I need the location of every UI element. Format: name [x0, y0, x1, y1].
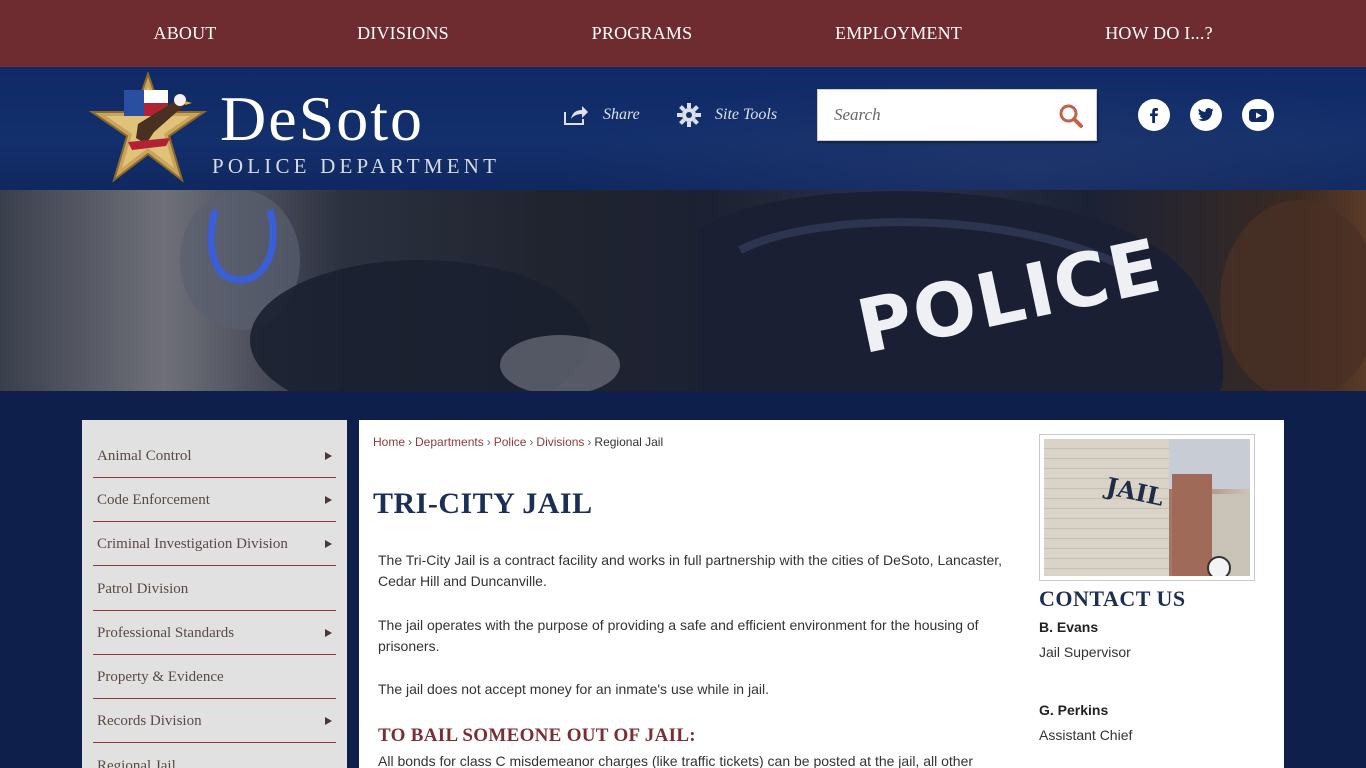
logo-subtitle: POLICE DEPARTMENT — [212, 154, 501, 178]
caret-right-icon — [325, 629, 332, 637]
sidebar-item-label: Code Enforcement — [97, 492, 210, 508]
breadcrumb: Home › Departments › Police › Divisions › Region… — [373, 435, 663, 449]
breadcrumb-separator: › — [529, 435, 534, 449]
top-nav: ABOUT DIVISIONS PROGRAMS EMPLOYMENT HOW … — [0, 0, 1366, 67]
search-icon[interactable] — [1058, 103, 1084, 129]
star-badge-icon — [88, 72, 208, 183]
main-content: Home › Departments › Police › Divisions › Region… — [359, 420, 1284, 768]
site-logo[interactable]: DeSoto POLICE DEPARTMENT — [88, 72, 518, 187]
breadcrumb-separator: › — [408, 435, 413, 449]
nav-about[interactable]: ABOUT — [140, 0, 230, 67]
gear-icon — [677, 103, 701, 127]
sidebar-item-label: Professional Standards — [97, 625, 235, 641]
contact-name: B. Evans — [1039, 619, 1099, 635]
nav-divisions[interactable]: DIVISIONS — [348, 0, 458, 67]
sidebar-item-label: Criminal Investigation Division — [97, 536, 288, 552]
share-label: Share — [603, 106, 640, 123]
sidebar-item-property-evidence[interactable]: Property & Evidence — [93, 655, 336, 699]
site-header: DeSoto POLICE DEPARTMENT Share Site Tool… — [0, 67, 1366, 190]
breadcrumb-separator: › — [486, 435, 491, 449]
search-input[interactable] — [818, 90, 1048, 140]
jail-photo: JAIL — [1039, 434, 1255, 581]
contact-heading: CONTACT US — [1039, 586, 1186, 611]
lamp — [1207, 556, 1231, 576]
bail-heading: TO BAIL SOMEONE OUT OF JAIL: — [378, 725, 696, 746]
sidebar-item-criminal-investigation[interactable]: Criminal Investigation Division — [93, 522, 336, 566]
caret-right-icon — [325, 540, 332, 548]
sidebar-item-regional-jail[interactable]: Regional Jail — [93, 744, 336, 768]
bail-paragraph: All bonds for class C misdemeanor charge… — [378, 753, 974, 768]
youtube-icon — [1249, 108, 1267, 122]
caret-right-icon — [325, 452, 332, 460]
breadcrumb-home[interactable]: Home — [373, 435, 405, 449]
sidebar-item-label: Regional Jail — [97, 758, 176, 768]
sidebar-item-label: Property & Evidence — [97, 669, 224, 685]
intro-paragraph: The Tri-City Jail is a contract facility… — [378, 552, 1003, 589]
twitter-link[interactable] — [1190, 99, 1222, 131]
share-icon — [564, 106, 588, 125]
contact-name: G. Perkins — [1039, 702, 1109, 718]
site-tools-button[interactable]: Site Tools — [677, 100, 777, 130]
sidebar-item-label: Records Division — [97, 713, 202, 729]
breadcrumb-current: Regional Jail — [594, 435, 664, 449]
twitter-icon — [1198, 108, 1214, 121]
site-tools-label: Site Tools — [715, 106, 778, 123]
sidebar-item-label: Animal Control — [97, 448, 192, 464]
sidebar-item-patrol-division[interactable]: Patrol Division — [93, 567, 336, 611]
jail-building-image: JAIL — [1044, 439, 1250, 576]
contact-role: Jail Supervisor — [1039, 644, 1131, 660]
breadcrumb-divisions[interactable]: Divisions — [536, 435, 584, 449]
money-policy-paragraph: The jail does not accept money for an in… — [378, 681, 769, 697]
nav-employment[interactable]: EMPLOYMENT — [826, 0, 971, 67]
caret-right-icon — [325, 717, 332, 725]
purpose-paragraph: The jail operates with the purpose of pr… — [378, 617, 979, 654]
caret-right-icon — [325, 496, 332, 504]
youtube-link[interactable] — [1242, 99, 1274, 131]
page-title: TRI-CITY JAIL — [373, 487, 593, 520]
breadcrumb-separator: › — [587, 435, 592, 449]
facebook-link[interactable] — [1138, 99, 1170, 131]
brick-tower — [1172, 474, 1212, 576]
sidebar-item-code-enforcement[interactable]: Code Enforcement — [93, 478, 336, 522]
share-button[interactable]: Share — [563, 100, 640, 130]
contact-role: Assistant Chief — [1039, 727, 1133, 743]
hero-banner: POLICE — [0, 190, 1366, 391]
sidebar-item-professional-standards[interactable]: Professional Standards — [93, 611, 336, 655]
logo-name: DeSoto — [220, 83, 424, 154]
nav-how-do-i[interactable]: HOW DO I...? — [1096, 0, 1222, 67]
breadcrumb-police[interactable]: Police — [494, 435, 527, 449]
sidebar-nav: Animal Control Code Enforcement Criminal… — [82, 420, 347, 768]
breadcrumb-departments[interactable]: Departments — [415, 435, 484, 449]
sidebar-item-records-division[interactable]: Records Division — [93, 699, 336, 743]
nav-programs[interactable]: PROGRAMS — [582, 0, 702, 67]
facebook-icon — [1150, 108, 1158, 123]
search-box — [817, 89, 1097, 141]
sidebar-item-label: Patrol Division — [97, 581, 189, 597]
sidebar-item-animal-control[interactable]: Animal Control — [93, 434, 336, 478]
